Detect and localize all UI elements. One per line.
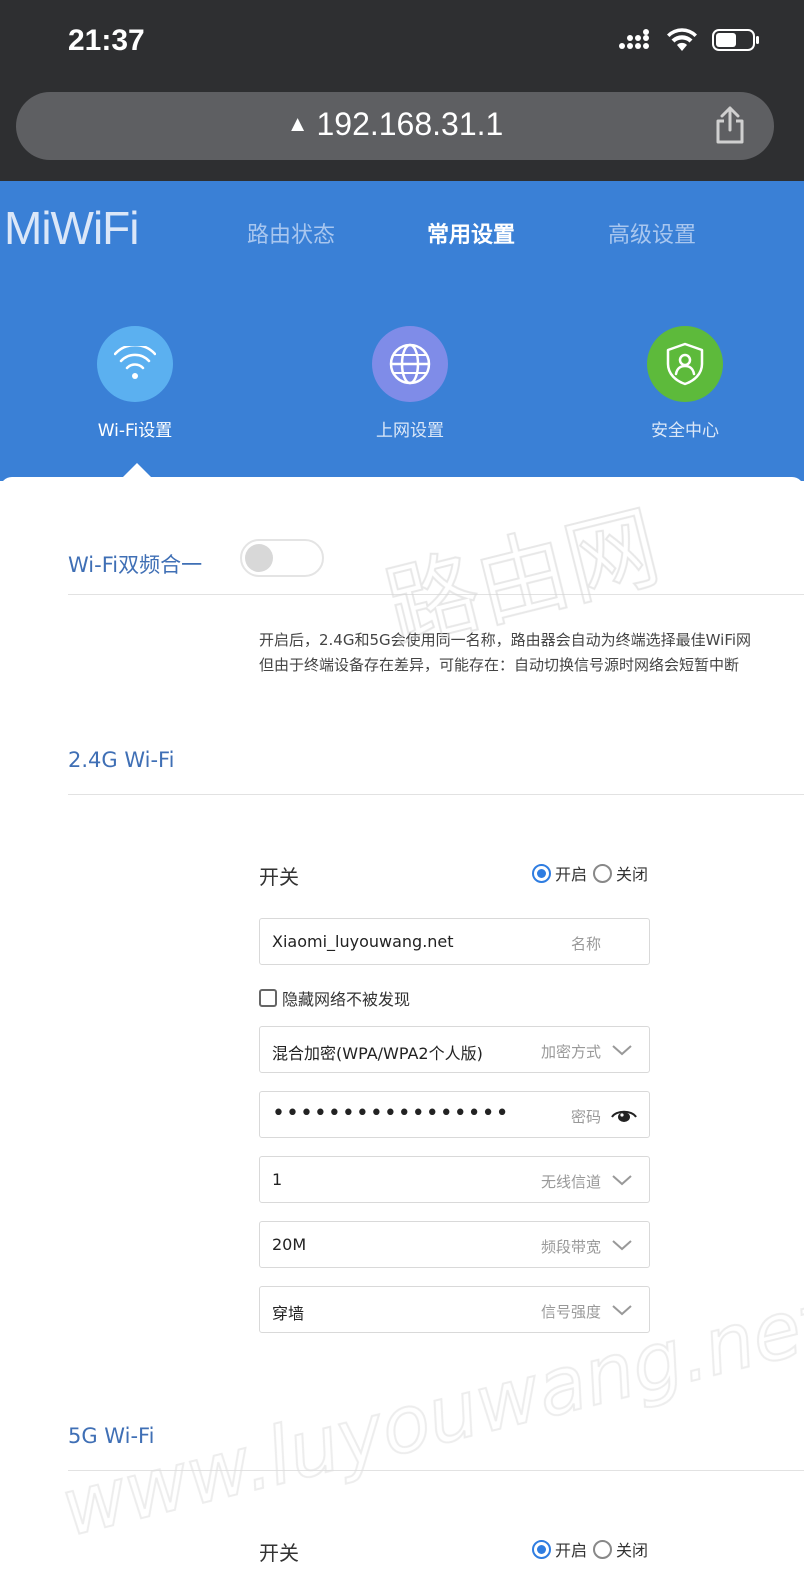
nav-router-status[interactable]: 路由状态 [247,217,335,249]
hide-network-checkbox[interactable] [259,989,277,1007]
battery-icon [712,29,759,51]
wifi24-channel-select[interactable]: 1 无线信道 [259,1156,650,1203]
checkbox-label: 隐藏网络不被发现 [282,990,411,1009]
divider [68,794,804,795]
divider [68,594,804,595]
warning-icon: ▲ [286,111,309,136]
globe-icon [372,326,448,402]
miwifi-logo: MiWiFi [4,202,139,254]
wifi24-switch-label: 开关 [259,865,299,889]
wifi24-on-radio[interactable] [532,863,551,883]
radio-label: 开启 [555,865,588,884]
radio-label: 开启 [555,1541,588,1560]
divider [68,1470,804,1471]
wifi5-on-radio[interactable] [532,1539,551,1559]
feature-wifi-settings[interactable]: Wi-Fi设置 [45,326,225,441]
field-value: 1 [272,1170,283,1189]
url-text[interactable]: ▲ 192.168.31.1 [16,106,774,143]
wifi5-title: 5G Wi-Fi [68,1424,155,1448]
field-hint: 无线信道 [540,1173,601,1191]
dual-band-toggle[interactable] [240,539,324,577]
eye-icon[interactable] [611,1105,637,1125]
feature-label: Wi-Fi设置 [97,421,173,441]
router-header: MiWiFi 路由状态 常用设置 高级设置 Wi-Fi设置 上网设置 安全中心 [0,181,804,481]
shield-icon [647,326,723,402]
field-hint: 名称 [570,935,601,953]
field-hint: 密码 [570,1108,601,1126]
dual-band-title: Wi-Fi双频合一 [68,553,203,577]
radio-label: 关闭 [616,1541,649,1560]
wifi5-off-radio[interactable] [593,1539,613,1559]
chevron-down-icon [612,1175,632,1186]
nav-advanced-settings[interactable]: 高级设置 [608,217,696,249]
wifi24-hide-network[interactable]: 隐藏网络不被发现 [259,986,410,1010]
wifi24-bandwidth-select[interactable]: 20M 频段带宽 [259,1221,650,1268]
share-icon[interactable] [714,106,746,144]
url-value: 192.168.31.1 [316,106,504,142]
wifi24-ssid-input[interactable]: Xiaomi_luyouwang.net 名称 [259,918,650,965]
wifi24-signal-select[interactable]: 穿墙 信号强度 [259,1286,650,1333]
cellular-signal-icon [619,29,649,49]
dual-band-desc-line2: 但由于终端设备存在差异，可能存在：自动切换信号源时网络会短暂中断 [259,656,740,674]
radio-label: 关闭 [616,865,649,884]
status-icons [618,28,760,52]
field-value: Xiaomi_luyouwang.net [272,932,454,951]
browser-chrome: 21:37 ▲ 192.168.31.1 [0,0,804,181]
toggle-knob [245,544,273,572]
field-value: ••••••••••••••••• [272,1101,510,1126]
field-value: 混合加密(WPA/WPA2个人版) [272,1044,483,1063]
chevron-down-icon [612,1240,632,1251]
wifi5-switch-radios: 开启 关闭 [532,1537,654,1561]
wifi-settings-icon [97,326,173,402]
wifi5-switch-label: 开关 [259,1541,299,1565]
wifi24-title: 2.4G Wi-Fi [68,748,175,772]
chevron-down-icon [612,1305,632,1316]
field-hint: 加密方式 [540,1043,601,1061]
address-bar[interactable]: ▲ 192.168.31.1 [16,92,774,160]
feature-internet-settings[interactable]: 上网设置 [320,326,500,441]
nav-common-settings[interactable]: 常用设置 [427,217,515,249]
feature-security-center[interactable]: 安全中心 [595,326,775,441]
field-value: 穿墙 [272,1304,305,1323]
feature-label: 安全中心 [651,421,719,441]
wifi24-encryption-select[interactable]: 混合加密(WPA/WPA2个人版) 加密方式 [259,1026,650,1073]
status-time: 21:37 [68,24,145,57]
wifi24-off-radio[interactable] [593,863,613,883]
wifi-status-icon [667,28,697,51]
dual-band-desc-line1: 开启后，2.4G和5G会使用同一名称，路由器会自动为终端选择最佳WiFi网 [259,631,752,649]
chevron-down-icon [612,1045,632,1056]
wifi24-password-input[interactable]: ••••••••••••••••• 密码 [259,1091,650,1138]
wifi-settings-panel: Wi-Fi双频合一 开启后，2.4G和5G会使用同一名称，路由器会自动为终端选择… [0,477,804,1594]
feature-label: 上网设置 [376,421,444,441]
field-hint: 频段带宽 [540,1238,601,1256]
wifi24-switch-radios: 开启 关闭 [532,861,654,885]
field-hint: 信号强度 [540,1303,601,1321]
field-value: 20M [272,1235,307,1254]
